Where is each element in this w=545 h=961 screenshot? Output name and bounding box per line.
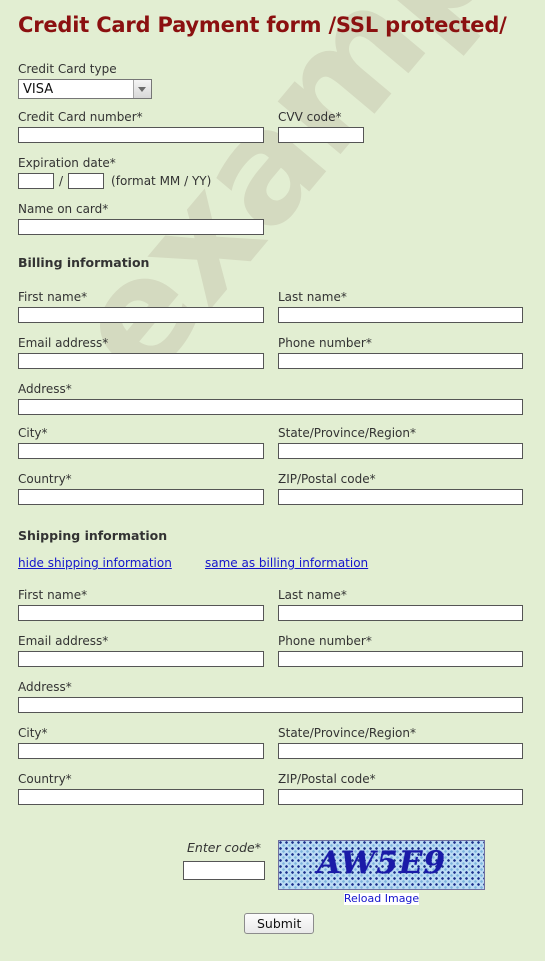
billing-information-heading: Billing information [18, 255, 150, 270]
shipping-city-label: City* [18, 726, 48, 740]
shipping-city-input[interactable] [18, 743, 264, 759]
payment-form-page: Credit Card Payment form /SSL protected/… [0, 0, 545, 934]
shipping-first-name-label: First name* [18, 588, 88, 602]
credit-card-type-label: Credit Card type [18, 62, 117, 76]
shipping-state-label: State/Province/Region* [278, 726, 416, 740]
shipping-state-input[interactable] [278, 743, 523, 759]
shipping-first-name-input[interactable] [18, 605, 264, 621]
billing-country-input[interactable] [18, 489, 264, 505]
reload-image-link[interactable]: Reload Image [343, 893, 420, 905]
expiration-format-hint: (format MM / YY) [111, 174, 212, 188]
shipping-information-heading: Shipping information [18, 528, 168, 543]
enter-code-label: Enter code* [187, 840, 261, 855]
billing-city-input[interactable] [18, 443, 264, 459]
billing-email-label: Email address* [18, 336, 109, 350]
shipping-zip-input[interactable] [278, 789, 523, 805]
billing-address-label: Address* [18, 382, 72, 396]
hide-shipping-information-link[interactable]: hide shipping information [18, 556, 172, 570]
shipping-phone-label: Phone number* [278, 634, 372, 648]
page-title: Credit Card Payment form /SSL protected/ [18, 13, 507, 37]
shipping-zip-label: ZIP/Postal code* [278, 772, 376, 786]
submit-button[interactable]: Submit [244, 913, 315, 934]
billing-last-name-label: Last name* [278, 290, 347, 304]
name-on-card-input[interactable] [18, 219, 264, 235]
cvv-code-label: CVV code* [278, 110, 342, 124]
billing-first-name-input[interactable] [18, 307, 264, 323]
expiration-year-input[interactable] [68, 173, 105, 189]
billing-city-label: City* [18, 426, 48, 440]
same-as-billing-information-link[interactable]: same as billing information [205, 556, 368, 570]
credit-card-number-label: Credit Card number* [18, 110, 143, 124]
expiration-date-label: Expiration date* [18, 156, 116, 170]
shipping-address-input[interactable] [18, 697, 523, 713]
shipping-address-label: Address* [18, 680, 72, 694]
billing-first-name-label: First name* [18, 290, 88, 304]
captcha-image: AW5E9 [278, 840, 485, 890]
credit-card-type-value: VISA [23, 82, 54, 97]
billing-zip-label: ZIP/Postal code* [278, 472, 376, 486]
captcha-image-text: AW5E9 [316, 845, 447, 881]
cvv-code-input[interactable] [278, 127, 364, 143]
credit-card-number-input[interactable] [18, 127, 264, 143]
billing-phone-label: Phone number* [278, 336, 372, 350]
expiration-month-input[interactable] [18, 173, 54, 189]
shipping-last-name-input[interactable] [278, 605, 523, 621]
shipping-country-label: Country* [18, 772, 72, 786]
billing-email-input[interactable] [18, 353, 264, 369]
billing-state-label: State/Province/Region* [278, 426, 416, 440]
expiration-separator: / [59, 174, 64, 188]
shipping-email-input[interactable] [18, 651, 264, 667]
billing-zip-input[interactable] [278, 489, 523, 505]
credit-card-type-select[interactable]: VISA [18, 79, 152, 99]
chevron-down-icon[interactable] [133, 80, 151, 98]
shipping-email-label: Email address* [18, 634, 109, 648]
shipping-phone-input[interactable] [278, 651, 523, 667]
name-on-card-label: Name on card* [18, 202, 109, 216]
enter-code-input[interactable] [183, 861, 265, 880]
shipping-last-name-label: Last name* [278, 588, 347, 602]
billing-state-input[interactable] [278, 443, 523, 459]
billing-phone-input[interactable] [278, 353, 523, 369]
billing-last-name-input[interactable] [278, 307, 523, 323]
billing-address-input[interactable] [18, 399, 523, 415]
shipping-country-input[interactable] [18, 789, 264, 805]
billing-country-label: Country* [18, 472, 72, 486]
